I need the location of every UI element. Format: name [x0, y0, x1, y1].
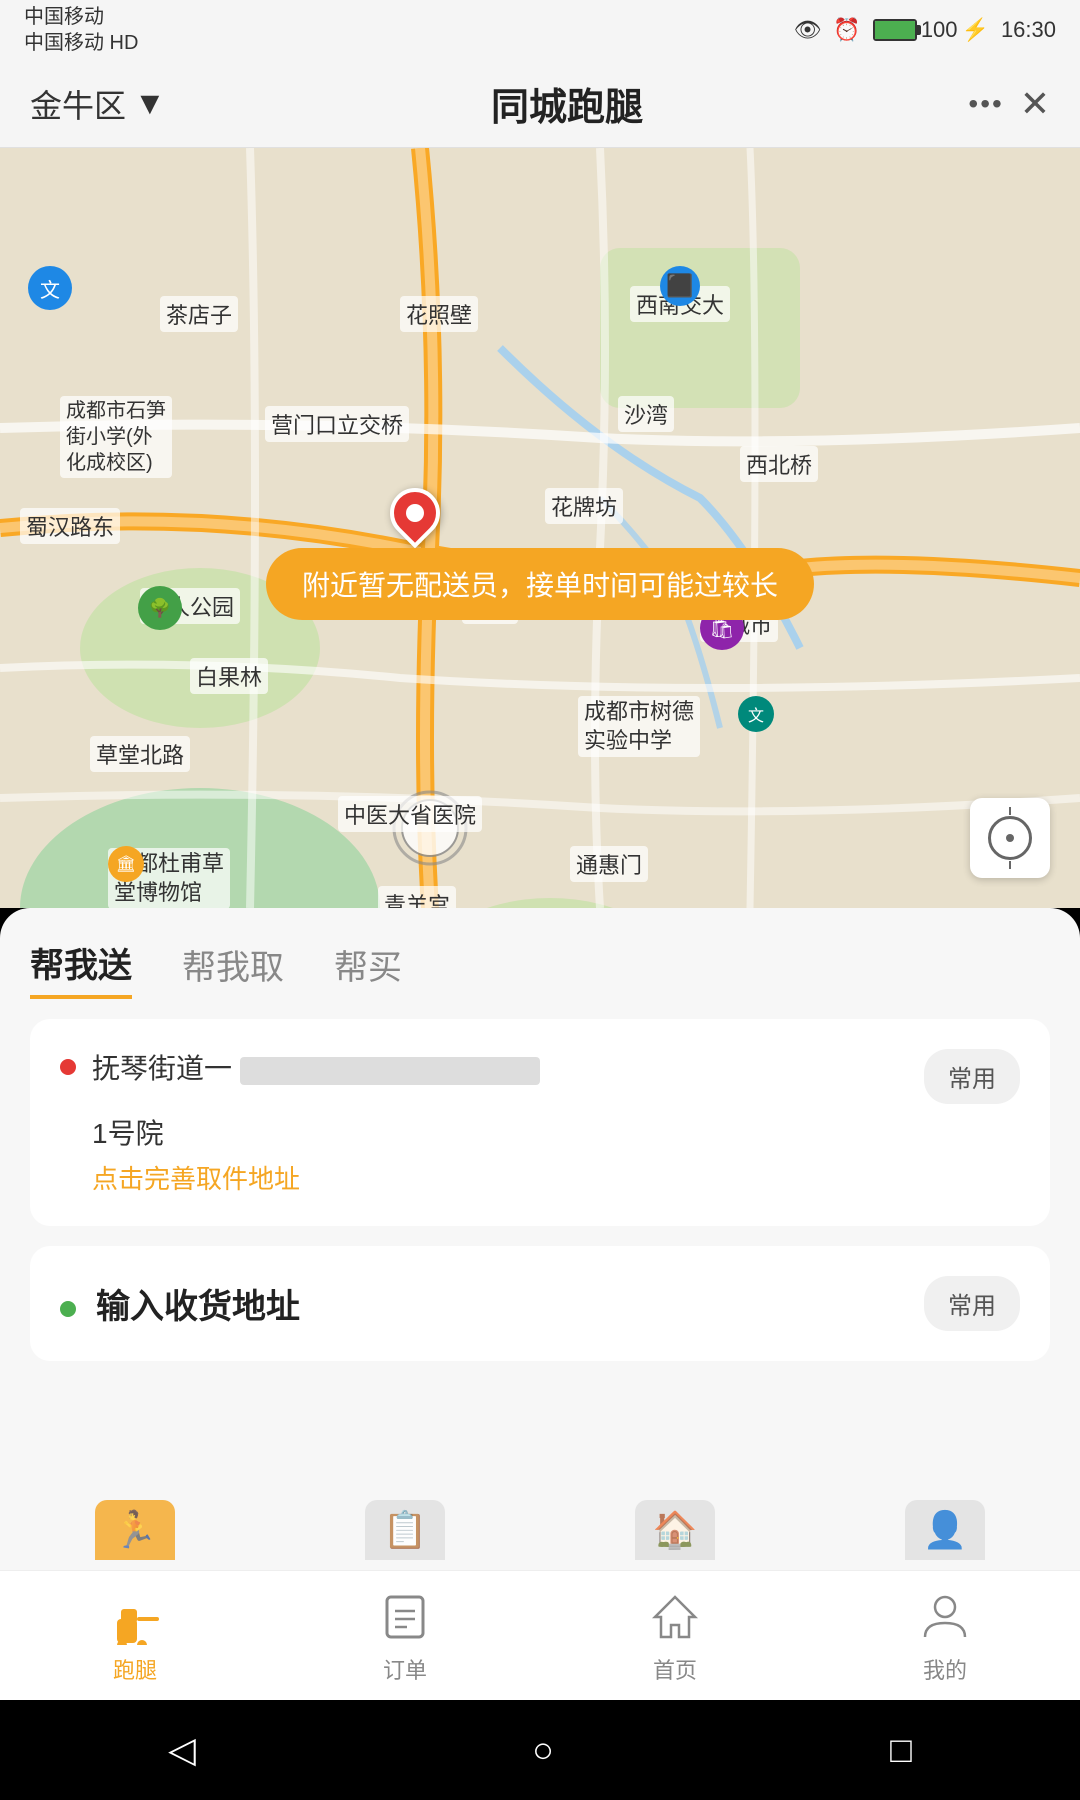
map-label-shudezhong: 成都市树德实验中学	[578, 696, 700, 757]
map-label-huapai: 花牌坊	[545, 488, 623, 524]
pickup-street-blurred	[240, 1057, 540, 1085]
complete-address-hint[interactable]: 点击完善取件地址	[92, 1159, 1020, 1196]
partial-icon-3: 🏠	[625, 1480, 725, 1560]
map-label-xibei: 西北桥	[740, 446, 818, 482]
nav-item-dingdan[interactable]: 订单	[270, 1587, 540, 1685]
tab-bangmai[interactable]: 帮买	[334, 940, 402, 997]
service-tabs: 帮我送 帮我取 帮买	[30, 908, 1050, 1019]
chevron-down-icon: ▼	[134, 85, 166, 122]
map-label-yingmen: 营门口立交桥	[265, 406, 409, 442]
delivery-common-button[interactable]: 常用	[924, 1276, 1020, 1331]
page-title: 同城跑腿	[491, 76, 643, 131]
bottom-nav: 跑腿 订单 首页 我的	[0, 1570, 1080, 1700]
carrier-info: 中国移动 中国移动 HD	[24, 4, 138, 56]
location-pin	[390, 488, 440, 538]
close-button[interactable]: ✕	[1020, 83, 1050, 125]
battery-indicator: 100 ⚡	[873, 17, 989, 43]
time-display: 16:30	[1001, 17, 1056, 43]
map-label-shuhandu: 蜀汉路东	[20, 508, 120, 544]
delivery-title[interactable]: 输入收货地址	[96, 1279, 904, 1328]
pin-circle	[380, 478, 451, 549]
map-label-baiguolin: 白果林	[190, 658, 268, 694]
nav-item-paotui[interactable]: 跑腿	[0, 1587, 270, 1685]
school-icon-1: 文	[28, 266, 72, 310]
wode-icon	[915, 1587, 975, 1647]
pickup-address-row: 抚琴街道一 常用	[60, 1049, 1020, 1104]
pickup-detail-row: 1号院	[60, 1114, 1020, 1153]
partial-icon-1: 🏃	[85, 1480, 185, 1560]
museum-icon: 🏛	[108, 846, 144, 882]
partial-icon-4: 👤	[895, 1480, 995, 1560]
location-text: 金牛区	[30, 81, 126, 127]
map-label-caotang: 草堂北路	[90, 736, 190, 772]
pickup-number: 1号院	[92, 1118, 164, 1149]
nav-label-paotui: 跑腿	[113, 1653, 157, 1685]
shouye-icon	[645, 1587, 705, 1647]
map-label-chadian: 茶店子	[160, 296, 238, 332]
pickup-text: 抚琴街道一	[92, 1049, 908, 1088]
map-label-tonghui: 通惠门	[570, 846, 648, 882]
home-button[interactable]: ○	[532, 1729, 554, 1771]
charging-icon: ⚡	[962, 17, 989, 43]
eye-icon: 👁	[793, 17, 821, 43]
delivery-dot	[60, 1301, 76, 1317]
map-label-shawan: 沙湾	[618, 396, 674, 432]
recents-button[interactable]: □	[890, 1729, 912, 1771]
carrier1: 中国移动	[24, 4, 138, 30]
nav-label-shouye: 首页	[653, 1653, 697, 1685]
tab-bangwosong[interactable]: 帮我送	[30, 938, 132, 999]
pickup-street: 抚琴街道一	[92, 1053, 232, 1084]
map-area[interactable]: 茶店子 花照壁 西南交大 成都市石笋街小学(外化成校区) 营门口立交桥 沙湾 西…	[0, 148, 1080, 908]
alert-banner: 附近暂无配送员，接单时间可能过较长	[266, 548, 814, 620]
status-bar: 中国移动 中国移动 HD 👁 ⏰ 100 ⚡ 16:30	[0, 0, 1080, 60]
pickup-detail-text: 1号院	[92, 1114, 1020, 1153]
carrier2: 中国移动 HD	[24, 30, 138, 56]
target-center	[1006, 834, 1014, 842]
pickup-dot	[60, 1059, 76, 1075]
back-button[interactable]: ◁	[168, 1729, 196, 1771]
alarm-icon: ⏰	[833, 17, 860, 43]
partial-icons-row: 🏃 📋 🏠 👤	[0, 1450, 1080, 1570]
nav-item-wode[interactable]: 我的	[810, 1587, 1080, 1685]
map-label-huazhaobibi: 花照壁	[400, 296, 478, 332]
delivery-address-card[interactable]: 输入收货地址 常用	[30, 1246, 1050, 1361]
nav-bar: 金牛区 ▼ 同城跑腿 ••• ✕	[0, 60, 1080, 148]
map-label-shixiao: 成都市石笋街小学(外化成校区)	[60, 396, 172, 478]
map-label-zhongyi: 中医大省医院	[338, 796, 482, 832]
gesture-bar: ◁ ○ □	[0, 1700, 1080, 1800]
tab-bangwoqu[interactable]: 帮我取	[182, 940, 284, 997]
battery-fill	[875, 21, 915, 39]
target-icon	[988, 816, 1032, 860]
dingdan-icon	[375, 1587, 435, 1647]
location-target-button[interactable]	[970, 798, 1050, 878]
nav-actions: ••• ✕	[968, 83, 1050, 125]
map-label-qingyang: 青羊宫	[378, 886, 456, 908]
park-icon-1: 🌳	[138, 586, 182, 630]
battery-label: 100	[921, 17, 958, 43]
location-selector[interactable]: 金牛区 ▼	[30, 81, 166, 127]
battery-icon	[873, 19, 917, 41]
pickup-common-button[interactable]: 常用	[924, 1049, 1020, 1104]
nav-item-shouye[interactable]: 首页	[540, 1587, 810, 1685]
more-button[interactable]: •••	[968, 88, 1003, 120]
status-right: 👁 ⏰ 100 ⚡ 16:30	[793, 17, 1056, 43]
bottom-panel: 帮我送 帮我取 帮买 抚琴街道一 常用 1号院 点击完善取件地址 输入收货地址 …	[0, 908, 1080, 1468]
pickup-address-card[interactable]: 抚琴街道一 常用 1号院 点击完善取件地址	[30, 1019, 1050, 1226]
pin-inner	[402, 500, 427, 525]
alert-text: 附近暂无配送员，接单时间可能过较长	[302, 570, 778, 601]
nav-label-wode: 我的	[923, 1653, 967, 1685]
school-icon-3: 文	[738, 696, 774, 732]
school-icon-2: ⬛	[660, 266, 700, 306]
paotui-icon	[105, 1587, 165, 1647]
partial-icon-2: 📋	[355, 1480, 455, 1560]
map-roads-svg	[0, 148, 1080, 908]
nav-label-dingdan: 订单	[383, 1653, 427, 1685]
